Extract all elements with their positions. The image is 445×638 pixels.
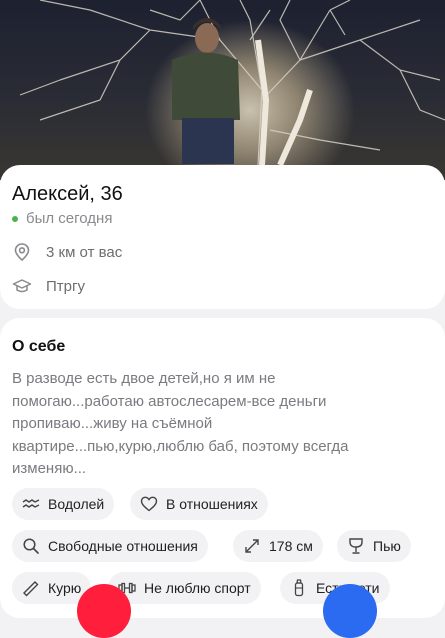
tag-height: 178 см [233, 530, 323, 562]
tag-zodiac-label: Водолей [48, 496, 105, 512]
tag-sport: Не люблю спорт [108, 572, 261, 604]
search-icon [22, 537, 40, 555]
profile-info-card: Алексей, 36 был сегодня 3 км от вас Птрг… [0, 165, 445, 309]
location-pin-icon [12, 242, 32, 262]
about-text: В разводе есть двое детей,но я им не пом… [12, 368, 372, 481]
wine-glass-icon [347, 537, 365, 555]
about-line: помогаю...работаю автослесарем-все деньг… [12, 392, 327, 410]
tag-sport-label: Не люблю спорт [144, 580, 251, 596]
aquarius-icon [22, 495, 40, 513]
about-line: изменяю... [12, 460, 87, 477]
tag-height-label: 178 см [269, 538, 313, 554]
heart-icon [140, 495, 158, 513]
tag-looking-for: Свободные отношения [12, 530, 208, 562]
about-title: О себе [12, 338, 66, 355]
about-line: квартире...пью,курю,люблю баб, поэтому в… [12, 437, 349, 455]
education-text: Птргу [46, 277, 85, 295]
tag-relationship-label: В отношениях [166, 496, 258, 512]
baby-bottle-icon [290, 579, 308, 597]
about-card: О себе В разводе есть двое детей,но я им… [0, 318, 445, 618]
online-dot-icon [12, 215, 18, 222]
last-seen-text: был сегодня [26, 210, 113, 227]
tag-zodiac: Водолей [12, 488, 115, 520]
distance-text: 3 км от вас [46, 243, 123, 261]
education-row: Птргу [12, 276, 85, 296]
tag-relationship: В отношениях [130, 488, 268, 520]
profile-photo[interactable] [0, 0, 445, 180]
tag-smoking-label: Курю [48, 580, 82, 596]
last-seen-status: был сегодня [12, 210, 112, 227]
height-arrows-icon [243, 537, 261, 555]
about-line: В разводе есть двое детей,но я им не [12, 370, 276, 387]
dislike-button[interactable] [77, 584, 131, 638]
tag-alcohol: Пью [337, 530, 411, 562]
tag-alcohol-label: Пью [373, 538, 401, 554]
name-age: Алексей, 36 [12, 183, 123, 205]
like-button[interactable] [323, 584, 377, 638]
distance-row: 3 км от вас [12, 242, 122, 262]
about-line: пропиваю...живу на съёмной [12, 415, 213, 432]
photo-illustration [19, 0, 445, 167]
cigarette-icon [22, 579, 40, 597]
graduation-cap-icon [12, 276, 32, 296]
tag-looking-for-label: Свободные отношения [48, 538, 198, 554]
